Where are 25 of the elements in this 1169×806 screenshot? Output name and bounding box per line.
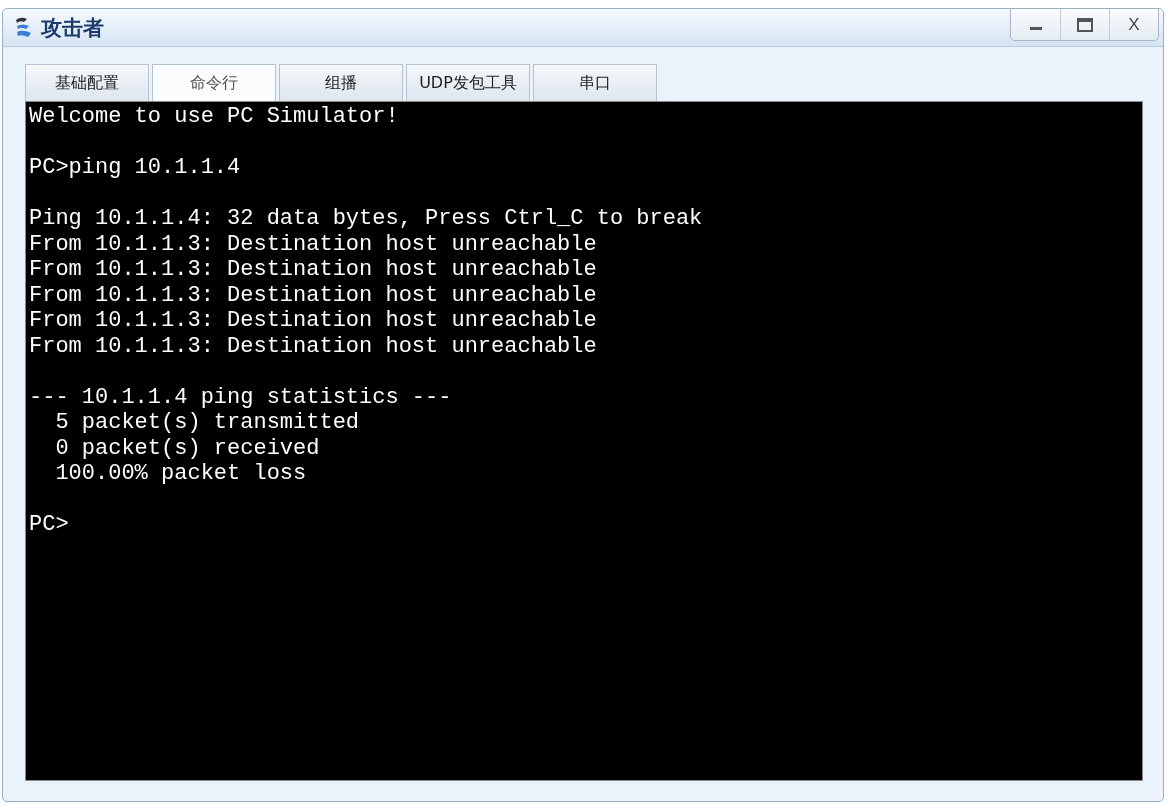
terminal-line: 5 packet(s) transmitted [54,410,360,436]
tab[interactable]: 基础配置 [25,64,149,101]
terminal-line: From 10.1.1.3: Destination host unreachable [29,333,597,359]
terminal-line: PC>ping 10.1.1.4 [29,155,241,181]
terminal-line: Ping 10.1.1.4: 32 data bytes, Press Ctrl_C to break [29,206,703,232]
tab[interactable]: 命令行 [152,64,276,101]
terminal-line: From 10.1.1.3: Destination host unreachable [29,257,597,283]
tab[interactable]: 串口 [533,64,657,101]
window-title: 攻击者 [41,14,104,42]
terminal-console[interactable] [25,101,1143,781]
maximize-button[interactable] [1060,9,1109,40]
terminal-line: Welcome to use PC Simulator! [29,104,399,130]
terminal-line: From 10.1.1.3: Destination host unreachable [29,308,597,334]
terminal-line: --- 10.1.1.4 ping statistics --- [29,384,452,410]
terminal-line: PC> [29,512,69,538]
minimize-icon [1029,27,1042,30]
terminal-line: From 10.1.1.3: Destination host unreachable [29,282,597,308]
close-button[interactable]: X [1109,9,1158,40]
maximize-icon [1077,17,1093,32]
minimize-button[interactable] [1011,9,1060,40]
terminal-line: 0 packet(s) received [54,435,320,461]
tab[interactable]: UDP发包工具 [406,64,530,101]
terminal-line: 100.00% packet loss [54,461,307,487]
tab[interactable]: 组播 [279,64,403,101]
terminal-line: From 10.1.1.3: Destination host unreachable [29,231,597,257]
